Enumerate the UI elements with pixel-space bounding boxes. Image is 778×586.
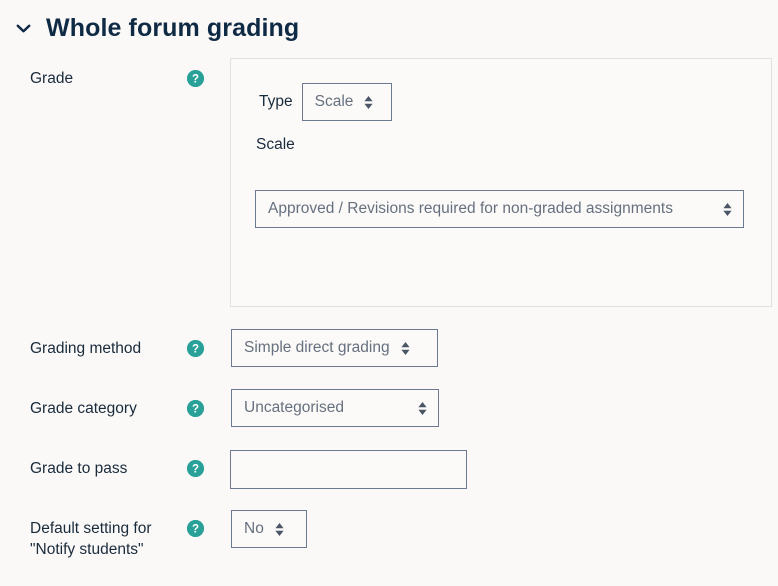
grade-category-select[interactable]: Uncategorised (231, 389, 439, 427)
updown-arrow-icon (417, 401, 428, 416)
row-label-grade-to-pass: Grade to pass (30, 460, 128, 477)
scale-label: Scale (256, 136, 295, 153)
grade-category-select-value: Uncategorised (244, 399, 344, 416)
updown-arrow-icon (400, 341, 411, 356)
scale-select-wrapper: Approved / Revisions required for non-gr… (255, 190, 744, 228)
page-title: Whole forum grading (46, 13, 300, 42)
grading-method-select-value: Simple direct grading (244, 339, 390, 356)
updown-arrow-icon (274, 522, 285, 537)
help-icon-grade-category[interactable]: ? (187, 400, 204, 417)
row-label-grade-category: Grade category (30, 400, 137, 417)
grade-settings-panel: Type Scale Scale Approved / Revisions re… (230, 58, 772, 307)
notify-students-select-value: No (244, 520, 264, 537)
updown-arrow-icon (722, 202, 733, 217)
grade-type-select-value: Scale (314, 93, 354, 110)
grade-type-label: Type (259, 93, 293, 110)
svg-text:?: ? (192, 524, 199, 536)
row-label-grading-method: Grading method (30, 340, 142, 357)
svg-text:?: ? (192, 404, 199, 416)
chevron-down-icon[interactable] (10, 15, 36, 41)
row-label-grade: Grade (30, 70, 74, 87)
grade-type-select[interactable]: Scale (301, 83, 392, 121)
whole-forum-grading-section: Whole forum grading Grade ? Type Scale S… (0, 0, 778, 586)
help-icon-notify-students[interactable]: ? (187, 520, 204, 537)
form-row-notify-students: Default setting for "Notify students" ? (0, 518, 778, 576)
updown-arrow-icon (363, 95, 374, 110)
svg-text:?: ? (192, 74, 199, 86)
grading-method-select[interactable]: Simple direct grading (231, 329, 438, 367)
help-icon-grade[interactable]: ? (187, 70, 204, 87)
row-label-notify-students: Default setting for "Notify students" (30, 520, 152, 558)
section-header: Whole forum grading (0, 0, 778, 56)
help-icon-grade-to-pass[interactable]: ? (187, 460, 204, 477)
help-icon-grading-method[interactable]: ? (187, 340, 204, 357)
grade-type-group: Type Scale (259, 83, 392, 121)
scale-select-value: Approved / Revisions required for non-gr… (268, 200, 673, 217)
svg-text:?: ? (192, 464, 199, 476)
scale-select[interactable]: Approved / Revisions required for non-gr… (255, 190, 744, 228)
svg-text:?: ? (192, 344, 199, 356)
grade-to-pass-input[interactable] (230, 450, 467, 489)
notify-students-select[interactable]: No (231, 510, 307, 548)
